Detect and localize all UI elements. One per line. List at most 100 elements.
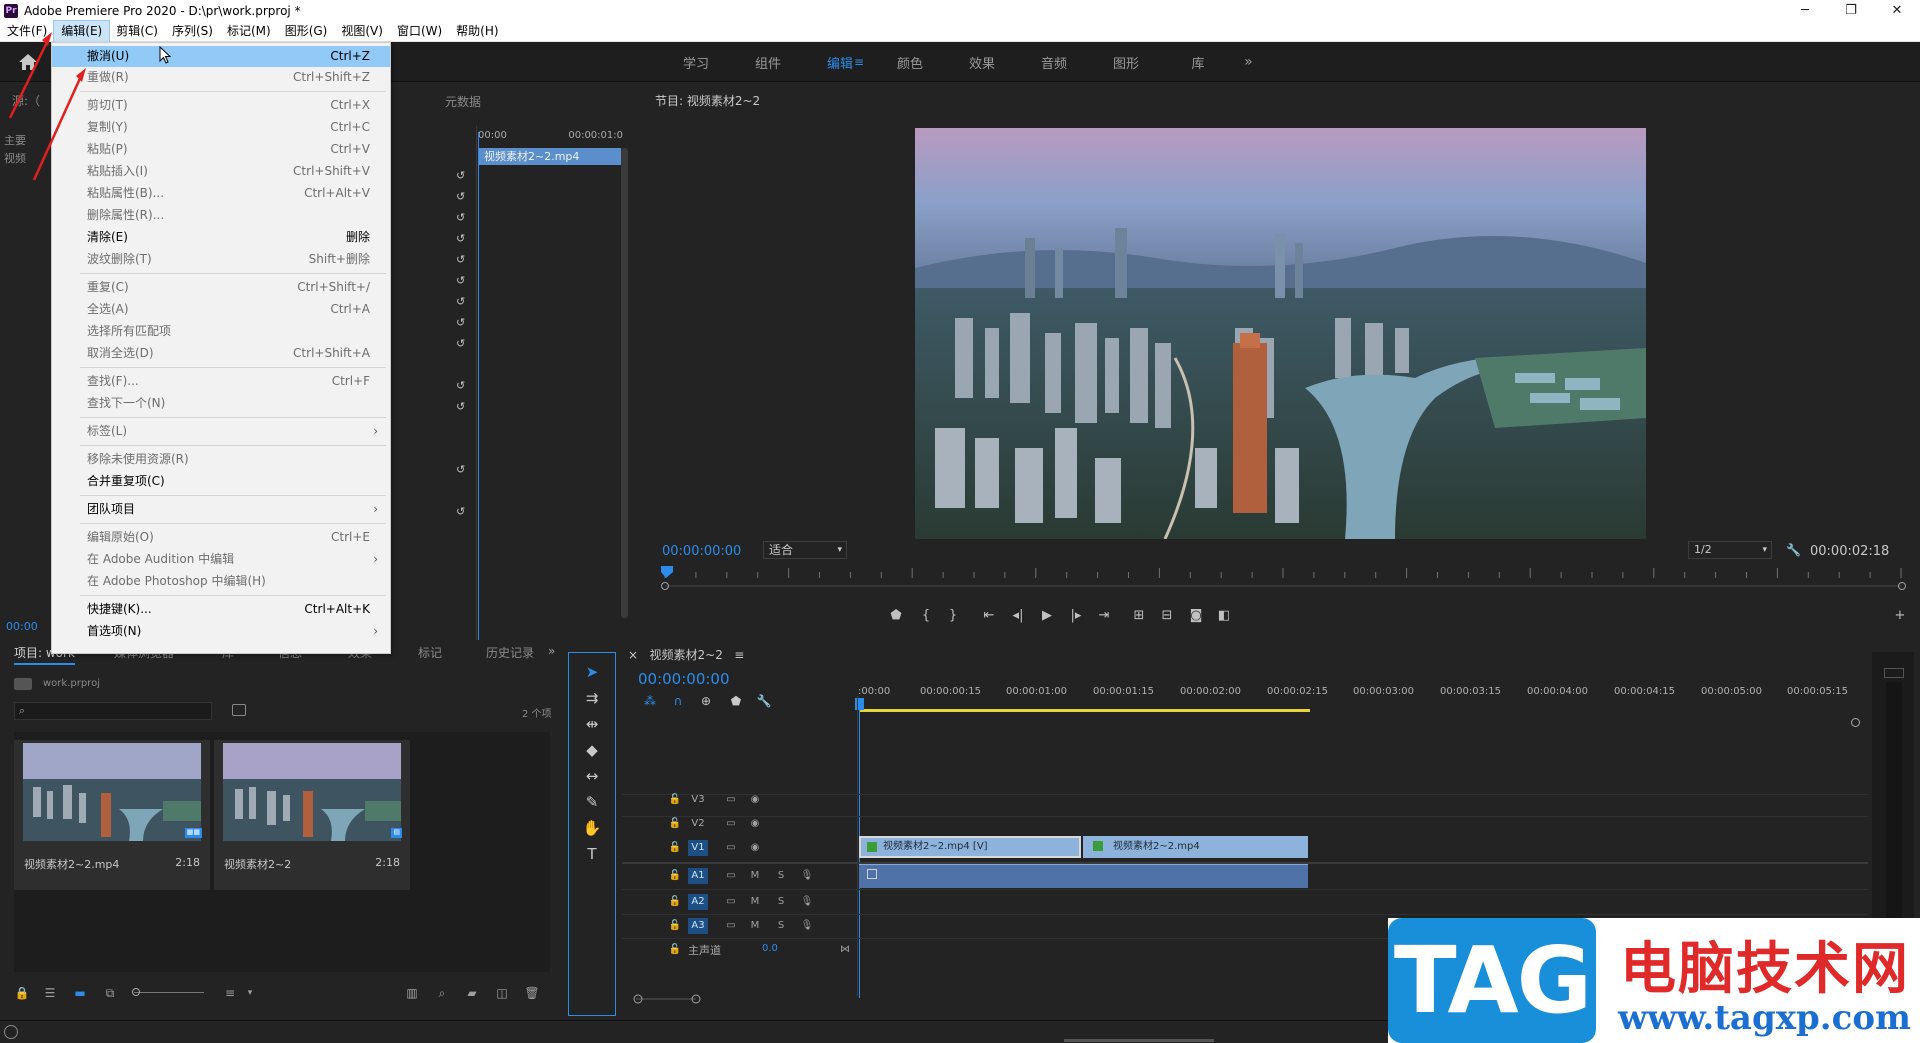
menu-label[interactable]: 标签(L) › <box>52 421 390 442</box>
menu-select-all[interactable]: 全选(A) Ctrl+A <box>52 299 390 320</box>
ec-scrollbar[interactable] <box>621 148 628 618</box>
close-icon[interactable]: × <box>628 648 638 662</box>
menu-window[interactable]: 窗口(W) <box>390 21 449 42</box>
hand-tool-icon[interactable]: ✋ <box>581 817 603 839</box>
ec-playhead[interactable] <box>478 132 479 702</box>
reset-icon[interactable]: ↺ <box>456 191 468 203</box>
lock-icon[interactable]: 🔓 <box>668 942 682 958</box>
lock-icon[interactable]: 🔓 <box>668 792 682 808</box>
solo-button[interactable]: S <box>774 894 788 910</box>
go-to-in-icon[interactable]: ⇤ <box>979 606 999 626</box>
ws-tab-audio[interactable]: 音频 <box>1018 53 1090 72</box>
track-label-a3[interactable]: A3 <box>688 918 708 934</box>
ws-tab-effects[interactable]: 效果 <box>946 53 1018 72</box>
ws-menu-icon[interactable]: ≡ <box>854 55 864 69</box>
tab-history[interactable]: 历史记录 <box>486 644 534 661</box>
razor-tool-icon[interactable]: ◆ <box>581 739 603 761</box>
mark-in-icon[interactable]: { <box>916 606 936 626</box>
lock-icon[interactable]: 🔓 <box>668 840 682 856</box>
wrench-icon[interactable]: 🔧 <box>756 694 772 710</box>
lock-icon[interactable]: 🔓 <box>668 918 682 934</box>
new-bin-from-search-icon[interactable] <box>232 704 246 716</box>
camera-icon[interactable]: ◙ <box>1186 606 1206 626</box>
chevron-down-icon[interactable]: ▾ <box>242 986 258 1000</box>
menu-team-project[interactable]: 团队项目 › <box>52 499 390 520</box>
sort-icon[interactable]: ≡ <box>222 986 238 1000</box>
maximize-button[interactable]: ❐ <box>1828 0 1874 21</box>
menu-view[interactable]: 视图(V) <box>334 21 390 42</box>
menu-keyboard-shortcuts[interactable]: 快捷键(K)... Ctrl+Alt+K <box>52 599 390 620</box>
lock-icon[interactable]: 🔒 <box>14 986 30 1000</box>
sync-lock-icon[interactable]: ▭ <box>724 918 738 934</box>
menu-copy[interactable]: 复制(Y) Ctrl+C <box>52 117 390 138</box>
go-to-out-icon[interactable]: ⇥ <box>1094 606 1114 626</box>
track-label-a2[interactable]: A2 <box>688 894 708 910</box>
ripple-edit-tool-icon[interactable]: ⇹ <box>581 713 603 735</box>
sync-lock-icon[interactable]: ▭ <box>724 816 738 832</box>
zoom-slider-handle[interactable] <box>132 988 140 996</box>
compare-view-icon[interactable]: ◧ <box>1214 606 1234 626</box>
project-item[interactable]: ▦▦ 视频素材2~2.mp4 2:18 <box>14 740 210 890</box>
menu-paste-insert[interactable]: 粘贴插入(I) Ctrl+Shift+V <box>52 161 390 182</box>
program-monitor-title[interactable]: 节目: 视频素材2~2 <box>655 92 760 109</box>
program-video-frame[interactable] <box>915 128 1646 539</box>
reset-icon[interactable]: ↺ <box>456 338 468 350</box>
project-item[interactable]: ▤ 视频素材2~2 2:18 <box>214 740 410 890</box>
tab-overflow-icon[interactable]: » <box>548 644 555 658</box>
new-bin-icon[interactable]: ▰ <box>464 986 480 1000</box>
type-tool-icon[interactable]: T <box>581 843 603 865</box>
menu-select-all-matching[interactable]: 选择所有匹配项 <box>52 321 390 342</box>
find-icon[interactable]: ⌕ <box>434 986 450 1000</box>
snap-icon[interactable]: ∩ <box>670 694 686 710</box>
lock-icon[interactable]: 🔓 <box>668 868 682 884</box>
reset-icon[interactable]: ↺ <box>456 233 468 245</box>
menu-find[interactable]: 查找(F)... Ctrl+F <box>52 371 390 392</box>
timeline-current-time[interactable]: 00:00:00:00 <box>638 670 730 688</box>
track-label-v2[interactable]: V2 <box>688 816 708 832</box>
lock-icon[interactable]: 🔓 <box>668 894 682 910</box>
sync-lock-icon[interactable]: ▭ <box>724 868 738 884</box>
pen-tool-icon[interactable]: ✎ <box>581 791 603 813</box>
mute-button[interactable]: M <box>748 868 762 884</box>
step-back-icon[interactable]: ◂| <box>1008 606 1028 626</box>
microphone-icon[interactable]: 🎙 <box>800 918 814 934</box>
ws-tab-libraries[interactable]: 库 <box>1162 53 1234 72</box>
master-track-value[interactable]: 0.0 <box>762 943 778 954</box>
project-search-input[interactable]: ⌕ <box>14 702 212 720</box>
zoom-fit-dropdown[interactable]: 适合 ▾ <box>763 541 847 559</box>
trash-icon[interactable]: 🗑 <box>524 986 540 1000</box>
menu-redo[interactable]: 重做(R) Ctrl+Shift+Z <box>52 67 390 88</box>
reset-icon[interactable]: ↺ <box>456 212 468 224</box>
sync-lock-icon[interactable]: ▭ <box>724 894 738 910</box>
go-to-in-out-icon[interactable]: ⋈ <box>838 942 852 958</box>
audio-clip[interactable] <box>859 864 1308 888</box>
reset-icon[interactable]: ↺ <box>456 380 468 392</box>
solo-button[interactable]: S <box>774 868 788 884</box>
ec-current-time[interactable]: 00:00 <box>6 620 38 633</box>
horizontal-scrollbar[interactable] <box>1064 1039 1214 1042</box>
ws-tab-learn[interactable]: 学习 <box>660 53 732 72</box>
linked-selection-icon[interactable]: ⊕ <box>698 694 714 710</box>
solo-button[interactable]: S <box>774 918 788 934</box>
ec-tab-source[interactable]: 源:（ <box>12 92 40 109</box>
in-out-range-bar[interactable] <box>860 709 1310 712</box>
ws-more-icon[interactable]: » <box>1244 54 1253 70</box>
menu-consolidate-duplicates[interactable]: 合并重复项(C) <box>52 471 390 492</box>
menu-graphics[interactable]: 图形(G) <box>278 21 335 42</box>
mute-button[interactable]: M <box>748 918 762 934</box>
freeform-view-icon[interactable]: ⧉ <box>102 986 118 1000</box>
slip-tool-icon[interactable]: ↔ <box>581 765 603 787</box>
menu-edit-in-photoshop[interactable]: 在 Adobe Photoshop 中编辑(H) <box>52 571 390 592</box>
ec-tab-metadata[interactable]: 元数据 <box>445 93 481 110</box>
add-button-icon[interactable]: + <box>1890 606 1910 626</box>
menu-file[interactable]: 文件(F) <box>0 21 54 42</box>
zoom-slider[interactable] <box>134 992 204 993</box>
sync-lock-icon[interactable]: ▭ <box>724 840 738 856</box>
reset-icon[interactable]: ↺ <box>456 170 468 182</box>
minimize-button[interactable]: ─ <box>1782 0 1828 21</box>
track-header-divider[interactable] <box>857 696 858 996</box>
automate-to-sequence-icon[interactable]: ▥ <box>404 986 420 1000</box>
microphone-icon[interactable]: 🎙 <box>800 894 814 910</box>
ws-tab-graphics[interactable]: 图形 <box>1090 53 1162 72</box>
wrench-icon[interactable]: 🔧 <box>1786 543 1801 557</box>
